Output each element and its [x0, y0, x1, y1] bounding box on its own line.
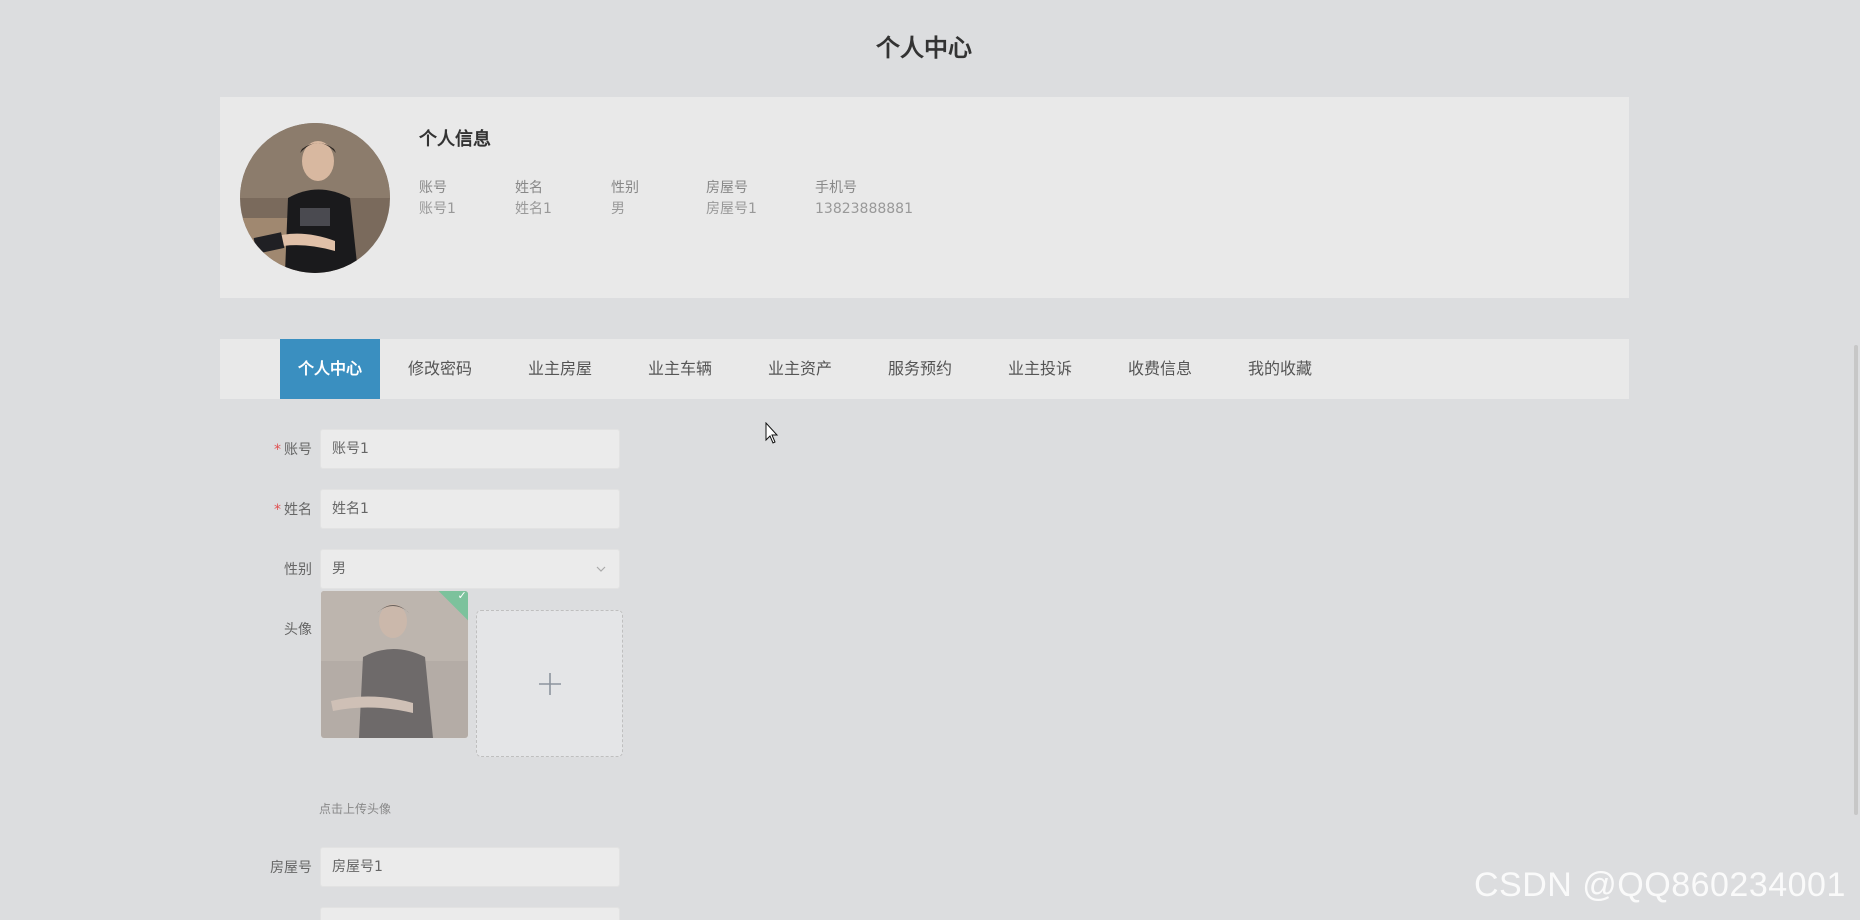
scrollbar-thumb[interactable] [1854, 345, 1858, 815]
profile-field-label: 房屋号 [706, 180, 748, 196]
profile-field-account: 账号 账号1 [419, 178, 456, 220]
next-field-input[interactable] [320, 907, 620, 920]
profile-field-name: 姓名 姓名1 [515, 178, 552, 220]
tab-owner-house[interactable]: 业主房屋 [500, 339, 620, 399]
tab-my-favorites[interactable]: 我的收藏 [1220, 339, 1340, 399]
house-input[interactable]: 房屋号1 [320, 847, 620, 887]
avatar-preview[interactable]: ✓ [320, 590, 469, 739]
profile-field-phone: 手机号 13823888881 [815, 178, 913, 220]
form-row-house: 房屋号 房屋号1 [220, 847, 640, 889]
avatar-label: 头像 [284, 622, 312, 638]
center-tabbar: 个人中心 修改密码 业主房屋 业主车辆 业主资产 服务预约 业主投诉 收费信息 … [220, 339, 1629, 399]
avatar-thumbnail-icon [321, 591, 468, 738]
avatar-photo-icon [240, 123, 390, 273]
chevron-down-icon [596, 566, 606, 572]
tab-change-password[interactable]: 修改密码 [380, 339, 500, 399]
profile-field-label: 姓名 [515, 180, 543, 196]
form-row-name: * 姓名 姓名1 [220, 489, 640, 531]
gender-label: 性别 [284, 562, 312, 578]
mouse-cursor-icon [765, 422, 779, 444]
required-mark: * [274, 502, 281, 518]
form-row-next [220, 907, 640, 920]
required-mark: * [274, 442, 281, 458]
profile-field-label: 性别 [611, 180, 639, 196]
gender-select[interactable]: 男 [320, 549, 620, 589]
avatar-upload-button[interactable] [476, 610, 623, 757]
profile-field-value: 房屋号1 [706, 201, 757, 217]
tab-fee-info[interactable]: 收费信息 [1100, 339, 1220, 399]
profile-field-value: 姓名1 [515, 201, 552, 217]
profile-info-heading: 个人信息 [419, 129, 491, 150]
house-label: 房屋号 [270, 860, 312, 876]
profile-avatar [240, 123, 390, 273]
profile-field-label: 手机号 [815, 180, 857, 196]
name-label: * 姓名 [220, 489, 312, 531]
page-scrollbar[interactable] [1850, 0, 1860, 920]
profile-field-house: 房屋号 房屋号1 [706, 178, 757, 220]
personal-center-page: 个人中心 个人信息 账号 账号1 姓名 姓名1 性别 男 房屋号 房屋号1 手机… [0, 0, 1860, 920]
form-row-account: * 账号 账号1 [220, 429, 640, 471]
profile-field-value: 账号1 [419, 201, 456, 217]
name-input[interactable]: 姓名1 [320, 489, 620, 529]
profile-field-gender: 性别 男 [611, 178, 639, 220]
name-label-text: 姓名 [284, 502, 312, 518]
account-input[interactable]: 账号1 [320, 429, 620, 469]
tab-service-booking[interactable]: 服务预约 [860, 339, 980, 399]
tab-personal-center[interactable]: 个人中心 [280, 339, 380, 399]
profile-field-value: 男 [611, 201, 625, 217]
watermark: CSDN @QQ860234001 [1474, 866, 1846, 904]
plus-icon [539, 673, 561, 695]
profile-field-value: 13823888881 [815, 201, 913, 217]
account-label-text: 账号 [284, 442, 312, 458]
profile-field-label: 账号 [419, 180, 447, 196]
form-row-gender: 性别 男 [220, 549, 640, 591]
check-icon: ✓ [457, 590, 467, 602]
tab-owner-complaint[interactable]: 业主投诉 [980, 339, 1100, 399]
page-title: 个人中心 [876, 34, 972, 62]
account-label: * 账号 [220, 429, 312, 471]
tab-owner-vehicle[interactable]: 业主车辆 [620, 339, 740, 399]
avatar-upload-hint: 点击上传头像 [319, 802, 392, 816]
tab-owner-assets[interactable]: 业主资产 [740, 339, 860, 399]
gender-select-value: 男 [332, 561, 346, 577]
profile-card: 个人信息 账号 账号1 姓名 姓名1 性别 男 房屋号 房屋号1 手机号 138… [220, 97, 1629, 298]
